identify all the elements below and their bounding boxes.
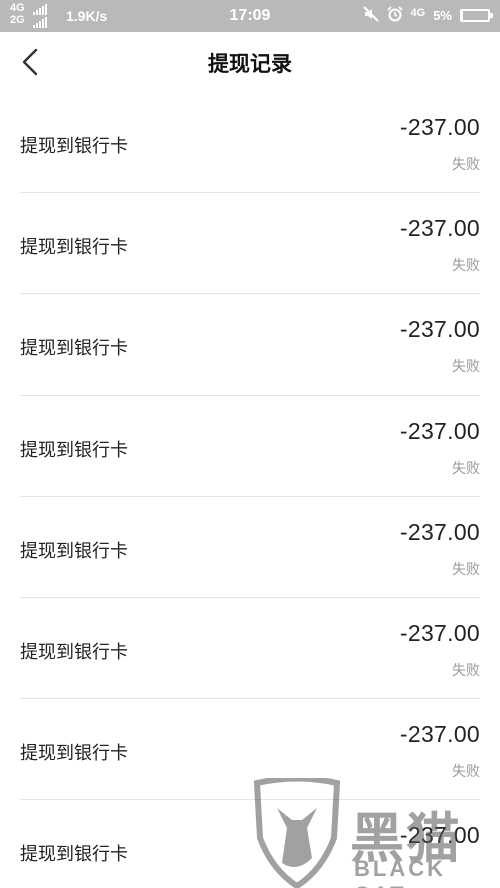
record-status: 失败 [452, 460, 480, 477]
record-status: 失败 [452, 561, 480, 578]
record-row[interactable]: 提现到银行卡 -237.00 失败 [20, 92, 480, 194]
record-amount: -237.00 [399, 215, 480, 242]
record-status: 失败 [452, 258, 480, 275]
record-label: 提现到银行卡 [20, 641, 128, 663]
battery-icon [460, 9, 493, 22]
record-row[interactable]: 提现到银行卡 -237.00 失败 [20, 193, 480, 295]
record-label: 提现到银行卡 [20, 743, 128, 765]
record-row[interactable]: 提现到银行卡 -237.00 失败 [20, 396, 480, 497]
record-label: 提现到银行卡 [20, 844, 128, 866]
page-title: 提现记录 [208, 52, 292, 76]
record-label: 提现到银行卡 [20, 540, 128, 562]
record-label: 提现到银行卡 [20, 237, 128, 259]
record-amount: -237.00 [399, 316, 480, 343]
battery-percent: 5% [433, 8, 452, 23]
withdrawal-record-list: 提现到银行卡 -237.00 失败 提现到银行卡 -237.00 失败 提现到银… [0, 92, 500, 888]
record-row[interactable]: 提现到银行卡 -237.00 失败 [20, 497, 480, 598]
record-amount: -237.00 [399, 518, 480, 545]
record-label: 提现到银行卡 [20, 136, 128, 157]
record-status: 失败 [452, 662, 480, 679]
record-label: 提现到银行卡 [20, 338, 128, 360]
record-status: 失败 [452, 157, 480, 173]
record-row[interactable]: 提现到银行卡 -237.00 [20, 800, 480, 888]
alarm-icon [386, 6, 403, 25]
record-amount: -237.00 [399, 822, 480, 849]
record-row[interactable]: 提现到银行卡 -237.00 失败 [20, 598, 480, 700]
record-status: 失败 [452, 359, 480, 376]
record-amount: -237.00 [399, 619, 480, 646]
record-amount: -237.00 [399, 417, 480, 444]
record-status: 失败 [452, 764, 480, 781]
nav-header: 提现记录 [0, 32, 500, 92]
record-amount: -237.00 [399, 114, 480, 140]
status-bar: 4G 2G 1.9K/s 17:09 4G 5% [0, 0, 500, 32]
record-row[interactable]: 提现到银行卡 -237.00 失败 [20, 699, 480, 801]
mobile-data-label: 4G [410, 6, 426, 19]
record-label: 提现到银行卡 [20, 439, 128, 461]
mute-icon [362, 6, 379, 25]
record-amount: -237.00 [399, 721, 480, 748]
battery-fill [462, 11, 464, 20]
record-row[interactable]: 提现到银行卡 -237.00 失败 [20, 294, 480, 396]
